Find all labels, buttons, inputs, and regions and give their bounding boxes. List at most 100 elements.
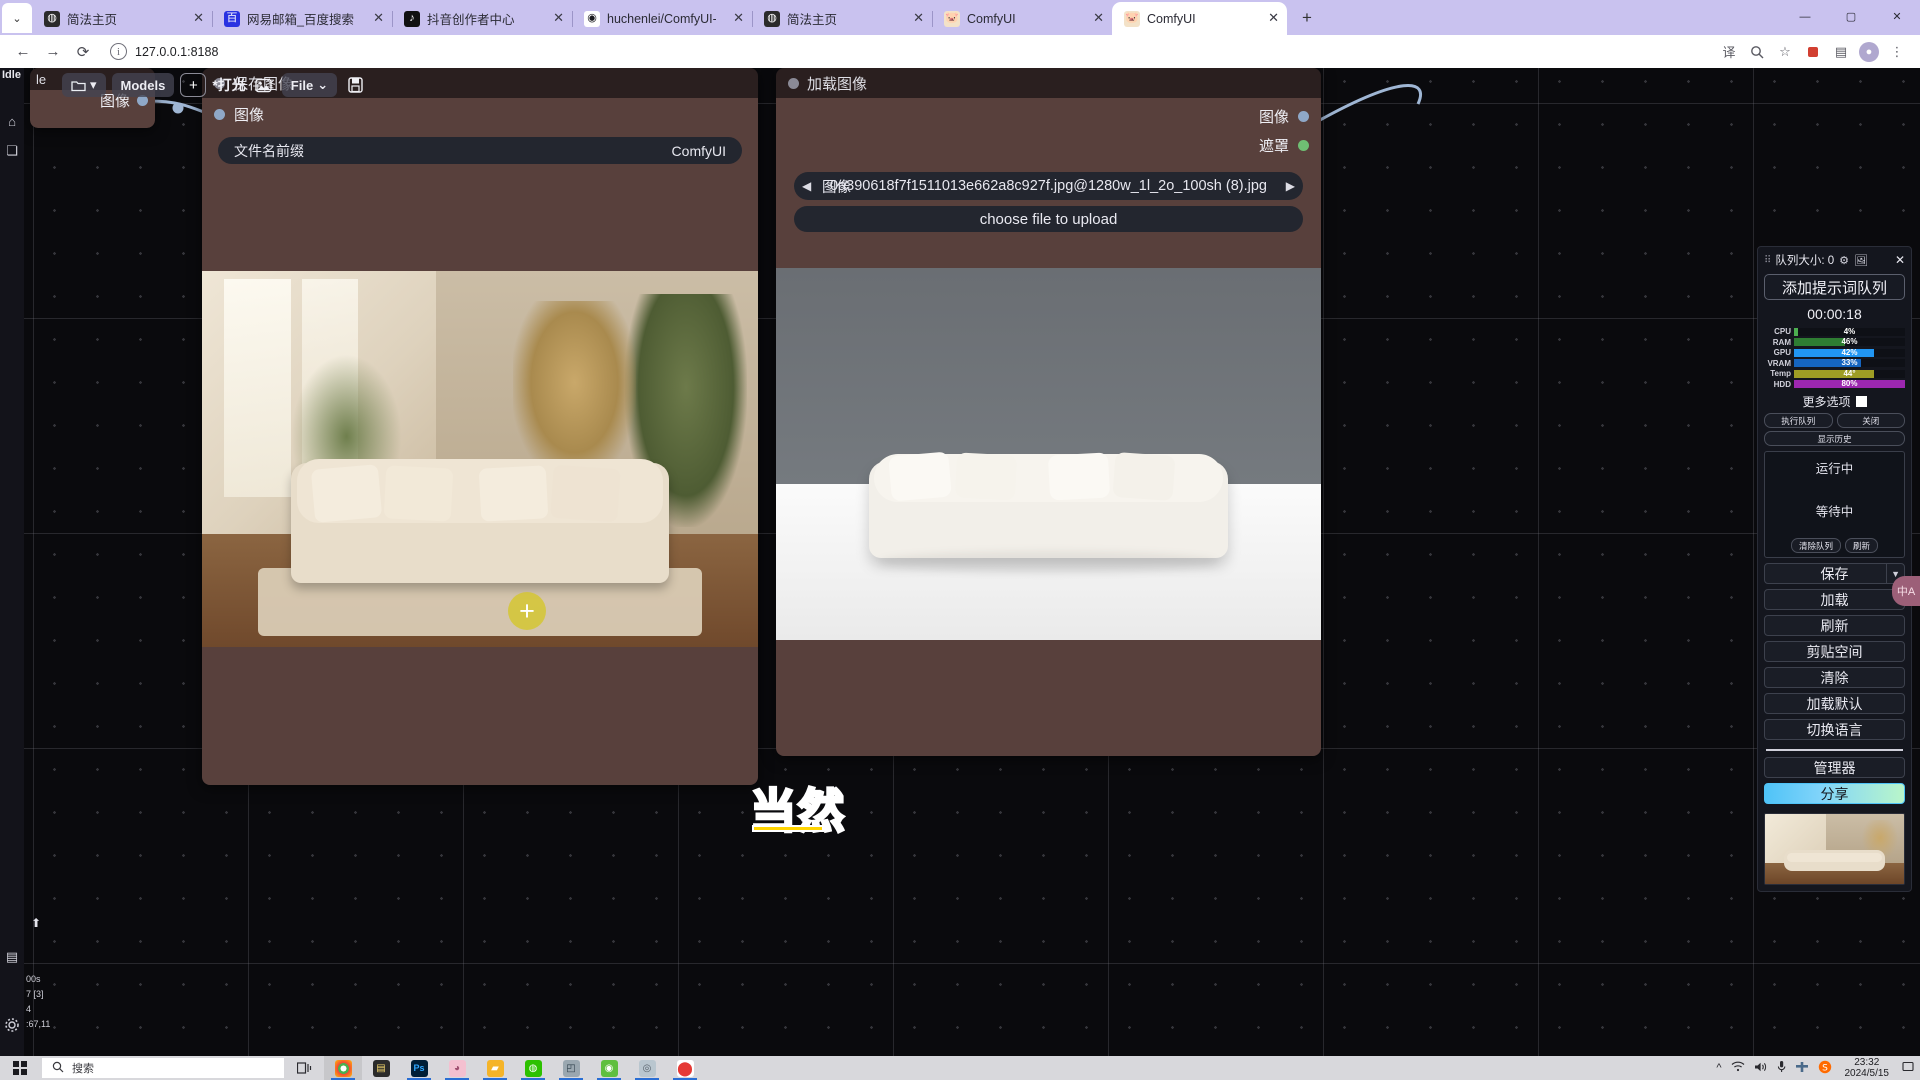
close-icon[interactable]: ✕ — [1895, 253, 1905, 267]
taskbar-app-comfy[interactable]: ◉ — [590, 1056, 628, 1080]
switch-language-button[interactable]: 切换语言 — [1764, 719, 1905, 740]
nodes-icon[interactable]: ❏ — [0, 138, 24, 164]
start-button[interactable] — [0, 1056, 40, 1080]
minimize-button[interactable]: — — [1782, 0, 1828, 33]
taskbar-app-chrome[interactable] — [324, 1056, 362, 1080]
volume-icon[interactable] — [1754, 1061, 1768, 1076]
refresh-queue-button[interactable]: 刷新 — [1845, 538, 1879, 553]
load-default-button[interactable]: 加载默认 — [1764, 693, 1905, 714]
zoom-icon[interactable] — [1744, 39, 1770, 65]
manager-button[interactable]: 管理器 — [1764, 757, 1905, 778]
tab-search-button[interactable]: ⌄ — [2, 3, 32, 33]
clear-button[interactable]: 清除 — [1764, 667, 1905, 688]
clipspace-button[interactable]: 剪贴空间 — [1764, 641, 1905, 662]
node-preview-image-room[interactable] — [202, 271, 758, 647]
node-preview-image-studio[interactable] — [776, 268, 1321, 640]
tab-close-button[interactable]: ✕ — [363, 11, 384, 26]
side-panel-icon[interactable]: ▤ — [1828, 39, 1854, 65]
bookmark-star-icon[interactable]: ☆ — [1772, 39, 1798, 65]
taskbar-app-disc[interactable]: ◎ — [628, 1056, 666, 1080]
queue-preview-thumbnail[interactable] — [1764, 813, 1905, 885]
taskbar-app-photoshop[interactable]: Ps — [400, 1056, 438, 1080]
gear-icon[interactable] — [0, 1012, 24, 1038]
output-slot-dot-image[interactable] — [1298, 111, 1309, 122]
task-view-button[interactable] — [284, 1056, 324, 1080]
browser-tab-5[interactable]: 🐷 ComfyUI ✕ — [932, 2, 1112, 35]
combo-prev-arrow[interactable]: ◀ — [802, 179, 811, 193]
image-icon[interactable] — [252, 73, 276, 97]
queue-prompt-button[interactable]: 添加提示词队列 — [1764, 274, 1905, 300]
translate-floating-button[interactable]: 中A — [1892, 576, 1920, 606]
extensions-icon[interactable] — [1800, 39, 1826, 65]
forward-button[interactable]: → — [40, 39, 66, 65]
show-desktop-button[interactable] — [1902, 1061, 1914, 1076]
sogou-icon[interactable]: S — [1818, 1060, 1832, 1077]
node-output-mask[interactable]: 遮罩 — [776, 133, 1321, 162]
filename-prefix-widget[interactable]: 文件名前缀 ComfyUI — [218, 137, 742, 164]
browser-tab-4[interactable]: ◍ 简法主页 ✕ — [752, 2, 932, 35]
maximize-button[interactable]: ▢ — [1828, 0, 1874, 33]
close-window-button[interactable]: ✕ — [1874, 0, 1920, 33]
taskbar-app-record[interactable]: ⬤ — [666, 1056, 704, 1080]
tab-close-button[interactable]: ✕ — [183, 11, 204, 26]
models-button[interactable]: Models — [111, 73, 175, 97]
browser-tab-6-active[interactable]: 🐷 ComfyUI ✕ — [1112, 2, 1287, 35]
taskbar-app-anime[interactable]: ◕ — [438, 1056, 476, 1080]
address-bar[interactable]: i 127.0.0.1:8188 — [106, 39, 1706, 64]
image-file-combo[interactable]: ◀ 图像 0a390618f7f1511013e662a8c927f.jpg@1… — [794, 172, 1303, 200]
tab-close-button[interactable]: ✕ — [1258, 11, 1279, 26]
save-icon[interactable] — [343, 73, 367, 97]
taskbar-app-wechat[interactable]: ◍ — [514, 1056, 552, 1080]
output-slot-dot-mask[interactable] — [1298, 140, 1309, 151]
node-output-image[interactable]: 图像 — [776, 98, 1321, 133]
taskbar-app-monitor[interactable]: ◰ — [552, 1056, 590, 1080]
gear-icon[interactable]: ⚙ — [1839, 254, 1849, 267]
arrow-up-icon[interactable]: ⬆ — [24, 910, 48, 936]
site-info-icon[interactable]: i — [110, 43, 127, 60]
share-button[interactable]: 分享 — [1764, 783, 1905, 804]
add-node-button[interactable]: + — [180, 73, 207, 97]
save-workflow-button[interactable]: 保存 ▼ — [1764, 563, 1905, 584]
wifi-icon[interactable] — [1731, 1061, 1745, 1075]
list-icon[interactable]: ▤ — [0, 944, 24, 970]
taskbar-clock[interactable]: 23:32 2024/5/15 — [1841, 1057, 1894, 1079]
comfy-queue-panel[interactable]: ⠿ 队列大小: 0 ⚙ 🖼 ✕ 添加提示词队列 00:00:18 CPU 4% … — [1757, 246, 1912, 892]
tab-close-button[interactable]: ✕ — [723, 11, 744, 26]
load-workflow-button[interactable]: 加载 — [1764, 589, 1905, 610]
show-history-button[interactable]: 显示历史 — [1764, 431, 1905, 446]
node-input-image[interactable]: 图像 — [202, 98, 758, 131]
more-options-checkbox[interactable] — [1855, 396, 1867, 407]
taskbar-app-notepad[interactable]: ▤ — [362, 1056, 400, 1080]
input-slot-dot[interactable] — [214, 109, 225, 120]
combo-next-arrow[interactable]: ▶ — [1286, 179, 1295, 193]
file-menu-button[interactable]: File ⌄ — [281, 73, 338, 97]
clear-queue-button[interactable]: 清除队列 — [1790, 538, 1841, 553]
reload-button[interactable]: ⟳ — [70, 39, 96, 65]
mic-icon[interactable] — [1777, 1060, 1786, 1076]
exec-queue-button[interactable]: 执行队列 — [1764, 413, 1833, 428]
drag-handle-icon[interactable]: ⠿ — [1764, 255, 1771, 266]
tab-close-button[interactable]: ✕ — [1083, 11, 1104, 26]
refresh-button[interactable]: 刷新 — [1764, 615, 1905, 636]
workflow-folder-button[interactable]: ▾ — [62, 73, 106, 97]
tab-close-button[interactable]: ✕ — [543, 11, 564, 26]
more-options-row[interactable]: 更多选项 — [1764, 393, 1905, 410]
home-icon[interactable]: ⌂ — [0, 108, 24, 134]
browser-tab-1[interactable]: 百 网易邮箱_百度搜索 ✕ — [212, 2, 392, 35]
node-load-image[interactable]: 加载图像 图像 遮罩 ◀ 图像 0a390618f7f1511013e662a8… — [776, 68, 1321, 756]
image-icon[interactable]: 🖼 — [1854, 254, 1868, 267]
browser-tab-0[interactable]: ◍ 简法主页 ✕ — [32, 2, 212, 35]
browser-menu-icon[interactable]: ⋮ — [1884, 39, 1910, 65]
new-tab-button[interactable]: + — [1293, 4, 1321, 32]
upload-file-button[interactable]: choose file to upload — [794, 206, 1303, 232]
ime-icon[interactable] — [1795, 1061, 1809, 1076]
back-button[interactable]: ← — [10, 39, 36, 65]
taskbar-search-box[interactable]: 搜索 — [42, 1058, 284, 1078]
tab-close-button[interactable]: ✕ — [903, 11, 924, 26]
profile-avatar[interactable]: ● — [1856, 39, 1882, 65]
browser-tab-3[interactable]: ◉ huchenlei/ComfyUI-IC-Light· ✕ — [572, 2, 752, 35]
taskbar-app-explorer[interactable]: ▰ — [476, 1056, 514, 1080]
close-queue-button[interactable]: 关闭 — [1836, 413, 1905, 428]
comfy-canvas[interactable]: Idle ▾ Models + *打光 File ⌄ ⌂ ❏ ▤ le 图像 保… — [0, 68, 1920, 1056]
translate-icon[interactable]: 译 — [1716, 39, 1742, 65]
